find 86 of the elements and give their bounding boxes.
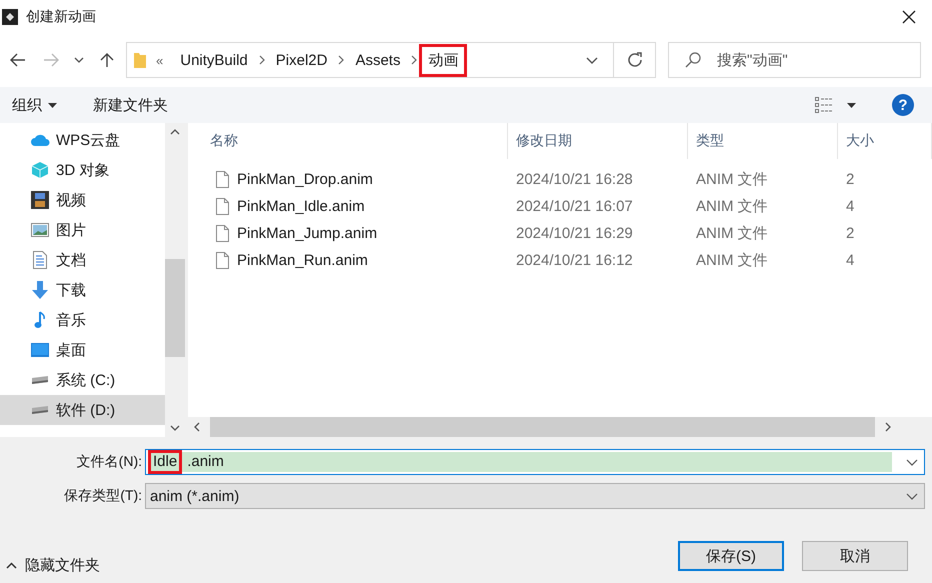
chevron-down-icon bbox=[586, 56, 598, 64]
window-title: 创建新动画 bbox=[26, 8, 97, 26]
drive-icon bbox=[30, 375, 50, 385]
file-icon bbox=[216, 225, 229, 242]
address-bar[interactable]: « UnityBuild Pixel2D Assets 动画 bbox=[126, 42, 656, 78]
up-arrow-icon bbox=[100, 52, 114, 68]
forward-arrow-icon bbox=[43, 53, 59, 67]
file-type-label: 保存类型(T): bbox=[63, 487, 143, 505]
table-cell-text: 2024/10/21 16:12 bbox=[515, 252, 634, 269]
file-icon bbox=[216, 171, 229, 188]
scroll-up-icon[interactable] bbox=[170, 129, 180, 135]
sidebar-item[interactable]: 视频 bbox=[0, 185, 165, 215]
refresh-icon bbox=[626, 52, 642, 68]
save-button[interactable]: 保存(S) bbox=[678, 541, 784, 571]
app-icon bbox=[2, 8, 18, 24]
view-dropdown-icon[interactable] bbox=[847, 102, 856, 108]
chevron-up-icon bbox=[6, 562, 17, 569]
search-box[interactable]: 搜索"动画" bbox=[668, 42, 921, 78]
table-cell-text: 2024/10/21 16:07 bbox=[515, 198, 634, 215]
sidebar-item[interactable]: 桌面 bbox=[0, 335, 165, 365]
file-name[interactable]: PinkMan_Idle.anim bbox=[237, 198, 365, 215]
help-button[interactable]: ? bbox=[892, 94, 914, 116]
breadcrumb-item[interactable]: Pixel2D bbox=[266, 44, 336, 76]
chevron-right-icon bbox=[258, 55, 265, 65]
sidebar-item[interactable]: 系统 (C:) bbox=[0, 365, 165, 395]
sidebar-item[interactable]: 3D 对象 bbox=[0, 155, 165, 185]
sidebar-item[interactable]: WPS云盘 bbox=[0, 125, 165, 155]
film-icon bbox=[30, 191, 50, 209]
view-list-icon[interactable] bbox=[815, 97, 833, 113]
table-cell-text: 4 bbox=[845, 252, 856, 269]
sidebar-item[interactable]: 下载 bbox=[0, 275, 165, 305]
table-cell-text: 2024/10/21 16:29 bbox=[515, 225, 634, 242]
table-cell-text: ANIM 文件 bbox=[695, 251, 769, 270]
file-name[interactable]: PinkMan_Jump.anim bbox=[237, 225, 378, 242]
sidebar-item[interactable]: 图片 bbox=[0, 215, 165, 245]
chevron-down-icon bbox=[74, 57, 84, 63]
sidebar-item[interactable]: 音乐 bbox=[0, 305, 165, 335]
document-icon bbox=[30, 251, 50, 269]
cube-icon bbox=[30, 161, 50, 179]
picture-icon bbox=[30, 223, 50, 237]
column-header[interactable]: 名称 bbox=[188, 123, 508, 159]
dropdown-triangle-icon bbox=[48, 102, 57, 108]
column-header[interactable]: 大小 bbox=[838, 123, 932, 159]
sidebar-item[interactable]: 文档 bbox=[0, 245, 165, 275]
table-cell-text: ANIM 文件 bbox=[695, 224, 769, 243]
scroll-right-icon[interactable] bbox=[885, 422, 891, 432]
file-name[interactable]: PinkMan_Run.anim bbox=[237, 252, 368, 269]
cloud-icon bbox=[30, 133, 50, 147]
file-name-field[interactable]: Idle .anim bbox=[145, 449, 925, 475]
column-header[interactable]: 类型 bbox=[688, 123, 838, 159]
scroll-left-icon[interactable] bbox=[194, 422, 200, 432]
column-header[interactable]: 修改日期 bbox=[508, 123, 688, 159]
sidebar-item[interactable]: 软件 (D:) bbox=[0, 395, 165, 425]
table-cell-text: 2 bbox=[845, 171, 856, 188]
overflow-chevron[interactable]: « bbox=[156, 52, 164, 68]
organize-menu-button[interactable]: 组织 bbox=[12, 96, 57, 114]
back-arrow-icon bbox=[10, 53, 26, 67]
table-cell-text: 2024/10/21 16:28 bbox=[515, 171, 634, 188]
sidebar-scrollbar[interactable] bbox=[165, 123, 185, 437]
breadcrumb-item[interactable]: Assets bbox=[346, 44, 410, 76]
file-icon bbox=[216, 198, 229, 215]
hide-folders-toggle[interactable]: 隐藏文件夹 bbox=[6, 556, 100, 575]
breadcrumb-item[interactable]: UnityBuild bbox=[171, 44, 257, 76]
drive-icon bbox=[30, 405, 50, 415]
desktop-icon bbox=[30, 343, 50, 357]
chevron-right-icon bbox=[411, 55, 418, 65]
cancel-button[interactable]: 取消 bbox=[802, 541, 908, 571]
table-cell-text: ANIM 文件 bbox=[695, 197, 769, 216]
chevron-right-icon bbox=[338, 55, 344, 65]
breadcrumb-item[interactable]: 动画 bbox=[419, 44, 468, 76]
file-type-dropdown[interactable]: anim (*.anim) bbox=[145, 483, 925, 509]
table-cell-text: 4 bbox=[845, 198, 856, 215]
close-icon bbox=[902, 10, 916, 24]
file-name-label: 文件名(N): bbox=[76, 453, 143, 471]
table-cell-text: 2 bbox=[845, 225, 856, 242]
scroll-down-icon[interactable] bbox=[170, 425, 180, 431]
search-icon bbox=[685, 52, 701, 68]
new-folder-button[interactable]: 新建文件夹 bbox=[93, 96, 168, 114]
table-cell-text: ANIM 文件 bbox=[695, 170, 769, 189]
chevron-down-icon bbox=[906, 492, 918, 500]
download-arrow-icon bbox=[30, 281, 50, 299]
horizontal-scrollbar[interactable] bbox=[188, 417, 932, 437]
file-name[interactable]: PinkMan_Drop.anim bbox=[237, 171, 373, 188]
folder-icon bbox=[134, 52, 146, 68]
file-icon bbox=[216, 252, 229, 269]
chevron-down-icon[interactable] bbox=[906, 458, 918, 466]
